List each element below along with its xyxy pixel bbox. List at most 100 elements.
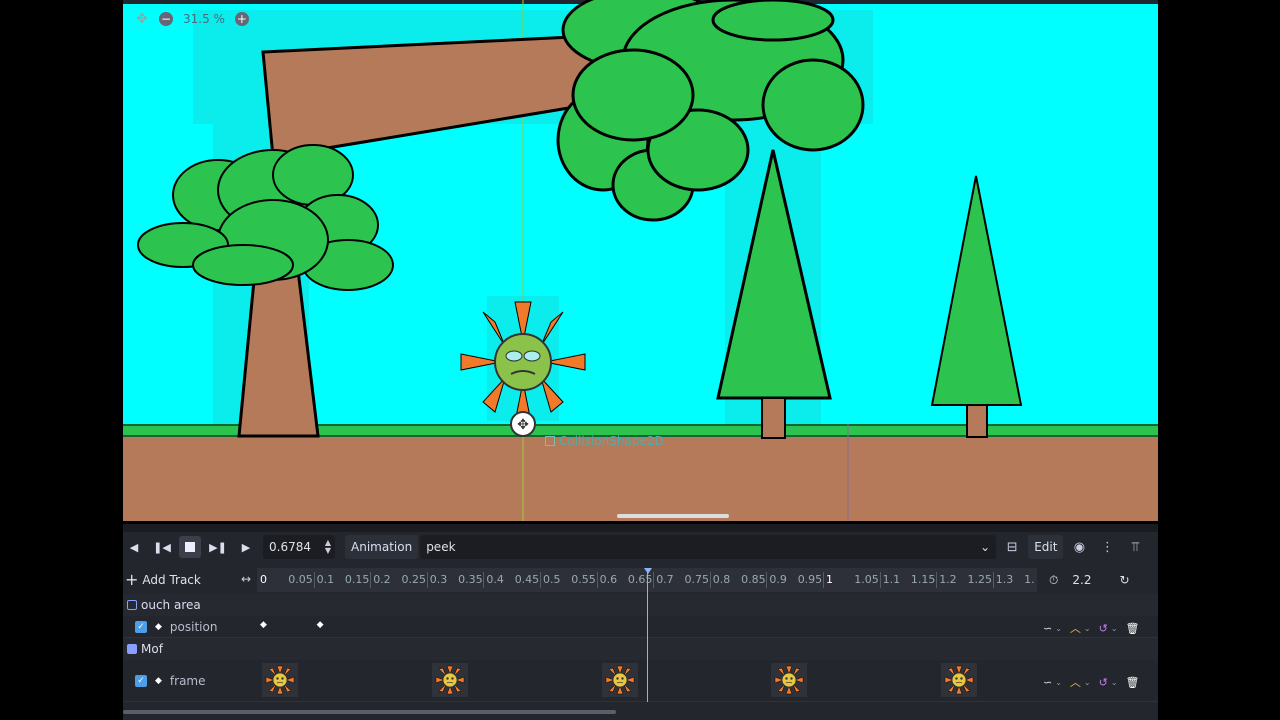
scene-viewport[interactable]: ✥ ✥ − 31.5 % + CollisionShape2D — [123, 0, 1158, 521]
add-track-button[interactable]: + Add Track — [123, 570, 257, 589]
play-backwards-button[interactable]: ◀ — [123, 536, 145, 558]
update-mode-icon[interactable]: ︿ — [1070, 674, 1081, 690]
ruler-tick: 0.2 — [373, 573, 391, 586]
frame-keyframe[interactable] — [261, 663, 298, 697]
zoom-level[interactable]: 31.5 % — [183, 12, 225, 26]
ruler-tick: 0.1 — [316, 573, 335, 586]
ruler-tick: 0.25 — [401, 573, 427, 586]
ruler-tick: 0.3 — [429, 573, 448, 586]
update-mode-icon[interactable]: ︿ — [1070, 620, 1081, 636]
animation-select[interactable]: peek ⌄ — [420, 535, 997, 559]
collision-shape-label: CollisionShape2D — [545, 434, 664, 448]
play-from-start-button[interactable]: ▶❚ — [207, 536, 229, 558]
ruler-tick: 1.25 — [967, 573, 993, 586]
sprite-node-icon — [127, 644, 137, 654]
more-options-icon[interactable]: ⋮ — [1095, 535, 1119, 559]
play-button[interactable]: ▶ — [235, 536, 257, 558]
keyframe[interactable]: ◆ — [317, 620, 324, 630]
viewport-scrollbar[interactable] — [617, 514, 729, 518]
timeline-header: + Add Track ↔ 0 0.05 0.1 0.15 0.2 0.25 0.3 0.35… — [123, 568, 1158, 592]
panel-divider[interactable] — [123, 524, 1158, 532]
timeline-scrollbar[interactable] — [123, 710, 616, 714]
ruler-separator — [540, 572, 541, 588]
area-node-icon — [127, 600, 137, 610]
ruler-tick: 1 — [826, 573, 833, 586]
edit-button[interactable]: Edit — [1028, 535, 1064, 559]
track-key-icon: ◆ — [155, 676, 162, 686]
delete-track-icon[interactable]: 🗑 — [1126, 622, 1140, 635]
stop-button[interactable] — [179, 536, 201, 558]
pin-icon[interactable]: ⫪ — [1123, 535, 1147, 559]
ruler-tick: 0.7 — [656, 573, 674, 586]
ruler-tick: 0.65 — [627, 573, 653, 586]
ruler-tick: 0.4 — [486, 573, 504, 586]
pine-trunk-small — [966, 404, 988, 438]
ruler-tick: 0.8 — [712, 573, 731, 586]
loop-icon[interactable]: ↻ — [1119, 573, 1129, 587]
onion-skin-icon[interactable]: ◉ — [1067, 535, 1091, 559]
track-tools: ∽ ⌄ ︿ ⌄ ↺ ⌄ 🗑 — [1043, 620, 1140, 636]
timeline-zoom-icon[interactable]: ↔ — [241, 572, 251, 586]
ruler-tick: 0.85 — [741, 573, 766, 586]
interpolation-icon[interactable]: ∽ — [1043, 676, 1052, 689]
ruler-separator — [936, 572, 938, 588]
ruler-tick: 0.5 — [543, 573, 561, 586]
frame-keyframe[interactable] — [431, 663, 468, 697]
chevron-down-icon: ⌄ — [980, 540, 991, 554]
timer-icon: ⏱ — [1049, 572, 1059, 587]
frame-keyframe[interactable] — [771, 663, 808, 697]
interpolation-icon[interactable]: ∽ — [1043, 622, 1052, 635]
ruler-tick: 0 — [260, 573, 267, 586]
keyframe[interactable]: ◆ — [260, 620, 267, 630]
track-key-icon: ◆ — [155, 622, 162, 632]
ruler-tick: 0.95 — [797, 573, 823, 586]
collision-shape-icon — [545, 436, 555, 446]
ruler-separator — [483, 572, 485, 588]
ruler-tick: 0.6 — [599, 573, 618, 586]
zoom-out-button[interactable]: − — [159, 12, 173, 26]
move-icon[interactable]: ✥ — [135, 12, 149, 26]
loop-wrap-icon[interactable]: ↺ — [1099, 622, 1108, 635]
track-tools: ∽ ⌄ ︿ ⌄ ↺ ⌄ 🗑 — [1043, 674, 1140, 690]
ruler-tick: 0.05 — [288, 573, 313, 586]
ruler-separator — [879, 572, 881, 588]
frame-keyframe[interactable] — [941, 663, 978, 697]
playhead[interactable] — [646, 568, 648, 702]
ruler-separator — [596, 572, 598, 588]
track-group-mof: Mof — [123, 638, 1158, 660]
track-enabled-checkbox[interactable]: ✓ — [135, 675, 147, 687]
play-backwards-from-end-button[interactable]: ❚◀ — [151, 536, 173, 558]
ruler-tick: 1. — [1024, 573, 1035, 586]
ruler-separator — [766, 572, 768, 588]
delete-track-icon[interactable]: 🗑 — [1126, 676, 1140, 689]
ruler-separator — [426, 572, 428, 588]
ruler-separator — [709, 572, 711, 588]
animation-menu-button[interactable]: Animation — [345, 535, 419, 559]
zoom-in-button[interactable]: + — [234, 12, 249, 26]
stop-icon — [185, 542, 195, 552]
ruler-tick: 0.75 — [684, 573, 710, 586]
track-enabled-checkbox[interactable]: ✓ — [135, 621, 147, 633]
left-tree-foliage — [137, 144, 394, 291]
ruler-separator — [653, 572, 655, 588]
ruler-tick: 0.45 — [514, 573, 540, 586]
ruler-tick: 1.15 — [910, 573, 936, 586]
playhead-handle[interactable] — [643, 568, 652, 574]
plus-icon: + — [125, 570, 139, 589]
track-group-ouch-area: ouch area — [123, 594, 1158, 616]
ruler-separator — [313, 572, 315, 588]
autoplay-icon[interactable]: ⊟ — [1000, 535, 1024, 559]
frame-keyframe[interactable] — [601, 663, 638, 697]
ruler-tick: 0.55 — [571, 573, 596, 586]
length-field[interactable]: 2.2 — [1072, 573, 1091, 587]
ruler-tick: 1.3 — [995, 573, 1014, 586]
tree-branch — [261, 34, 595, 159]
ruler-separator — [823, 572, 824, 588]
zoom-controls: ✥ − 31.5 % + — [135, 12, 249, 26]
svg-text:✥: ✥ — [517, 417, 529, 433]
track-row-frame[interactable]: ✓ ◆ frame ∽ ⌄ ︿ ⌄ ↺ ⌄ 🗑 — [123, 660, 1158, 702]
time-field[interactable]: 0.6784 ▲ ▼ — [263, 535, 335, 559]
track-row-position[interactable]: ✓ ◆ position ◆ ◆ ∽ ⌄ ︿ ⌄ ↺ ⌄ 🗑 — [123, 616, 1158, 638]
loop-wrap-icon[interactable]: ↺ — [1099, 676, 1108, 689]
stepper-icon[interactable]: ▲ ▼ — [325, 539, 331, 555]
